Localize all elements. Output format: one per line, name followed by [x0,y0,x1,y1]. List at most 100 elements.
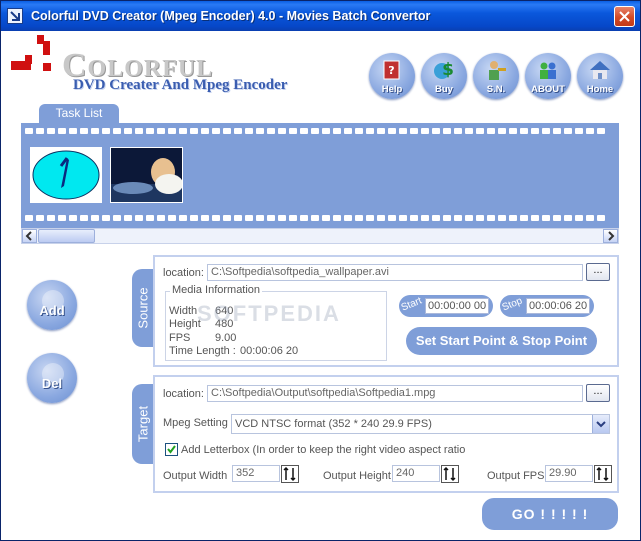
film-perforation [245,215,253,221]
media-width-value: 640 [215,305,234,317]
film-perforation [509,215,517,221]
about-label: ABOUT [531,84,565,95]
help-button[interactable]: ? Help [369,53,415,99]
source-tab: Source [132,269,154,347]
task-list-filmstrip[interactable] [21,123,619,228]
film-perforation [256,215,264,221]
go-button[interactable]: GO ! ! ! ! ! [482,498,618,530]
mpeg-setting-label: Mpeg Setting [163,417,228,429]
film-perforation [124,128,132,134]
film-perforation [465,215,473,221]
film-perforation [135,215,143,221]
source-browse-button[interactable]: ... [586,263,610,281]
buy-button[interactable]: $ Buy [421,53,467,99]
target-browse-button[interactable]: ... [586,384,610,402]
svg-text:?: ? [388,64,394,77]
film-perforation [190,215,198,221]
serial-number-button[interactable]: S.N. [473,53,519,99]
source-location-label: location: [163,267,204,279]
media-height-value: 480 [215,318,234,330]
film-perforation [520,215,528,221]
scrollbar-thumb[interactable] [38,229,95,243]
home-button[interactable]: Home [577,53,623,99]
film-perforation [542,128,550,134]
buy-label: Buy [435,84,453,95]
film-perforation [47,128,55,134]
target-panel: location: C:\Softpedia\Output\softpedia\… [153,375,619,493]
film-perforation [201,128,209,134]
film-perforation [366,215,374,221]
output-width-input[interactable]: 352 [232,465,280,482]
film-perforation [179,128,187,134]
film-perforation [410,128,418,134]
film-perforation [443,215,451,221]
target-location-input[interactable]: C:\Softpedia\Output\softpedia\Softpedia1… [207,385,583,402]
task-thumbnail[interactable] [30,147,102,203]
clock-animation-thumbnail-icon [31,148,101,202]
source-location-input[interactable]: C:\Softpedia\softpedia_wallpaper.avi [207,264,583,281]
film-perforation [333,128,341,134]
about-button[interactable]: ABOUT [525,53,571,99]
mpeg-setting-value: VCD NTSC format (352 * 240 29.9 FPS) [235,418,432,430]
film-perforation [355,128,363,134]
film-perforation [586,215,594,221]
add-label: Add [39,303,65,318]
help-label: Help [381,84,403,95]
media-width-row: Width 640 [169,305,233,317]
film-perforation [36,128,44,134]
svg-text:$: $ [442,60,454,80]
film-perforation [190,128,198,134]
film-perforation [267,215,275,221]
film-perforation [410,215,418,221]
title-bar[interactable]: Colorful DVD Creator (Mpeg Encoder) 4.0 … [1,1,640,31]
spin-arrows-icon [283,466,296,482]
close-button[interactable] [614,6,635,27]
film-perforation [234,128,242,134]
serial-number-label: S.N. [486,84,506,95]
colorful-logo-mark-icon [11,35,51,71]
output-height-spinner[interactable] [441,465,459,483]
film-perforation [597,128,605,134]
film-perforation [267,128,275,134]
start-time-input[interactable]: 00:00:00 00 [425,298,489,314]
scroll-right-button[interactable] [603,229,618,243]
output-width-spinner[interactable] [281,465,299,483]
filmstrip-perforations-top [21,127,619,135]
delete-button[interactable]: Del [27,353,77,403]
film-perforation [498,128,506,134]
help-book-icon: ? [383,60,400,80]
output-height-input[interactable]: 240 [392,465,440,482]
film-perforation [80,215,88,221]
letterbox-checkbox[interactable] [165,443,178,456]
filmstrip-perforations-bottom [21,214,619,222]
film-perforation [256,128,264,134]
film-perforation [399,128,407,134]
dropdown-arrow[interactable] [592,415,609,433]
film-perforation [234,215,242,221]
task-list-scrollbar[interactable] [21,228,619,244]
app-logo: Colorful DVD Creater And Mpeg Encoder [7,35,307,97]
set-start-stop-button[interactable]: Set Start Point & Stop Point [406,327,597,355]
media-length-value: 00:00:06 20 [240,345,299,357]
film-perforation [113,128,121,134]
chevron-right-icon [608,231,615,241]
film-perforation [102,128,110,134]
film-perforation [289,215,297,221]
film-perforation [454,215,462,221]
film-perforation [69,215,77,221]
add-button[interactable]: Add [27,280,77,330]
window-title: Colorful DVD Creator (Mpeg Encoder) 4.0 … [31,9,431,23]
letterbox-label: Add Letterbox (In order to keep the righ… [181,444,466,456]
scroll-left-button[interactable] [22,229,37,243]
film-perforation [421,215,429,221]
film-perforation [58,215,66,221]
output-fps-spinner[interactable] [594,465,612,483]
film-perforation [223,215,231,221]
film-perforation [476,215,484,221]
task-thumbnail[interactable] [110,147,183,203]
mpeg-setting-select[interactable]: VCD NTSC format (352 * 240 29.9 FPS) [231,414,610,434]
output-fps-input[interactable]: 29.90 [545,465,593,482]
stop-time-input[interactable]: 00:00:06 20 [526,298,590,314]
film-perforation [322,215,330,221]
tab-task-list[interactable]: Task List [39,104,119,123]
